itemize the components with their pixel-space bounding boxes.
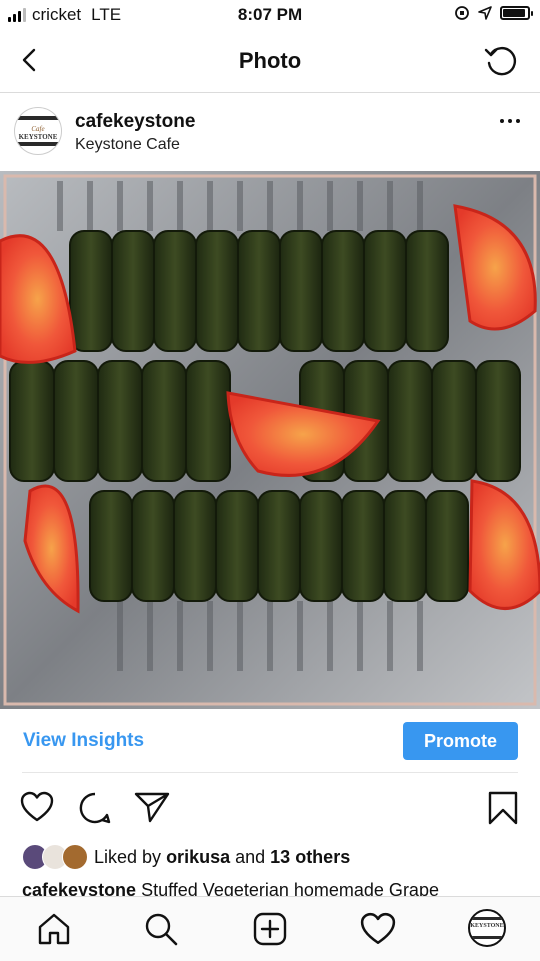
tab-activity[interactable]	[358, 909, 398, 949]
divider	[22, 772, 518, 773]
liker-avatars	[22, 844, 88, 870]
more-horizontal-icon[interactable]	[500, 119, 520, 123]
status-bar: cricket LTE 8:07 PM	[0, 0, 540, 32]
send-icon[interactable]	[134, 791, 170, 823]
likes-others[interactable]: 13 others	[270, 847, 350, 867]
insights-bar: View Insights Promote	[0, 710, 540, 770]
avatar-logo: KEYSTONE	[470, 923, 504, 929]
post-username[interactable]: cafekeystone	[75, 111, 195, 133]
liker-username[interactable]: orikusa	[166, 847, 230, 867]
heart-icon	[360, 912, 396, 945]
profile-avatar[interactable]: KEYSTONE	[468, 909, 506, 947]
promote-button[interactable]: Promote	[403, 722, 518, 760]
post-actions	[0, 785, 540, 829]
avatar[interactable]: Cafe KEYSTONE	[14, 107, 62, 155]
search-icon	[145, 913, 178, 946]
tab-bar: KEYSTONE	[0, 896, 540, 961]
status-right	[454, 5, 533, 21]
post-location[interactable]: Keystone Cafe	[75, 136, 180, 154]
battery-icon	[500, 6, 533, 20]
likes-row[interactable]: Liked by orikusa and 13 others	[22, 843, 350, 871]
view-insights-link[interactable]: View Insights	[23, 730, 144, 752]
add-post-icon	[253, 912, 287, 946]
stuffed-grape-leaves-photo	[0, 171, 540, 709]
avatar	[62, 844, 88, 870]
post-photo[interactable]	[0, 171, 540, 709]
orientation-lock-icon	[455, 6, 469, 20]
comment-icon[interactable]	[78, 791, 112, 825]
tab-search[interactable]	[141, 909, 181, 949]
avatar-logo: Cafe KEYSTONE	[18, 125, 58, 141]
heart-icon[interactable]	[20, 791, 54, 823]
bookmark-icon[interactable]	[487, 790, 519, 826]
location-icon	[478, 6, 492, 20]
likes-text: Liked by orikusa and 13 others	[94, 846, 351, 867]
page-title: Photo	[238, 48, 302, 73]
home-icon	[38, 913, 70, 945]
post-header: Cafe KEYSTONE cafekeystone Keystone Cafe	[0, 93, 540, 171]
tab-new-post[interactable]	[250, 909, 290, 949]
tab-home[interactable]	[34, 909, 74, 949]
nav-bar: Photo	[0, 32, 540, 93]
refresh-icon[interactable]	[482, 42, 520, 80]
